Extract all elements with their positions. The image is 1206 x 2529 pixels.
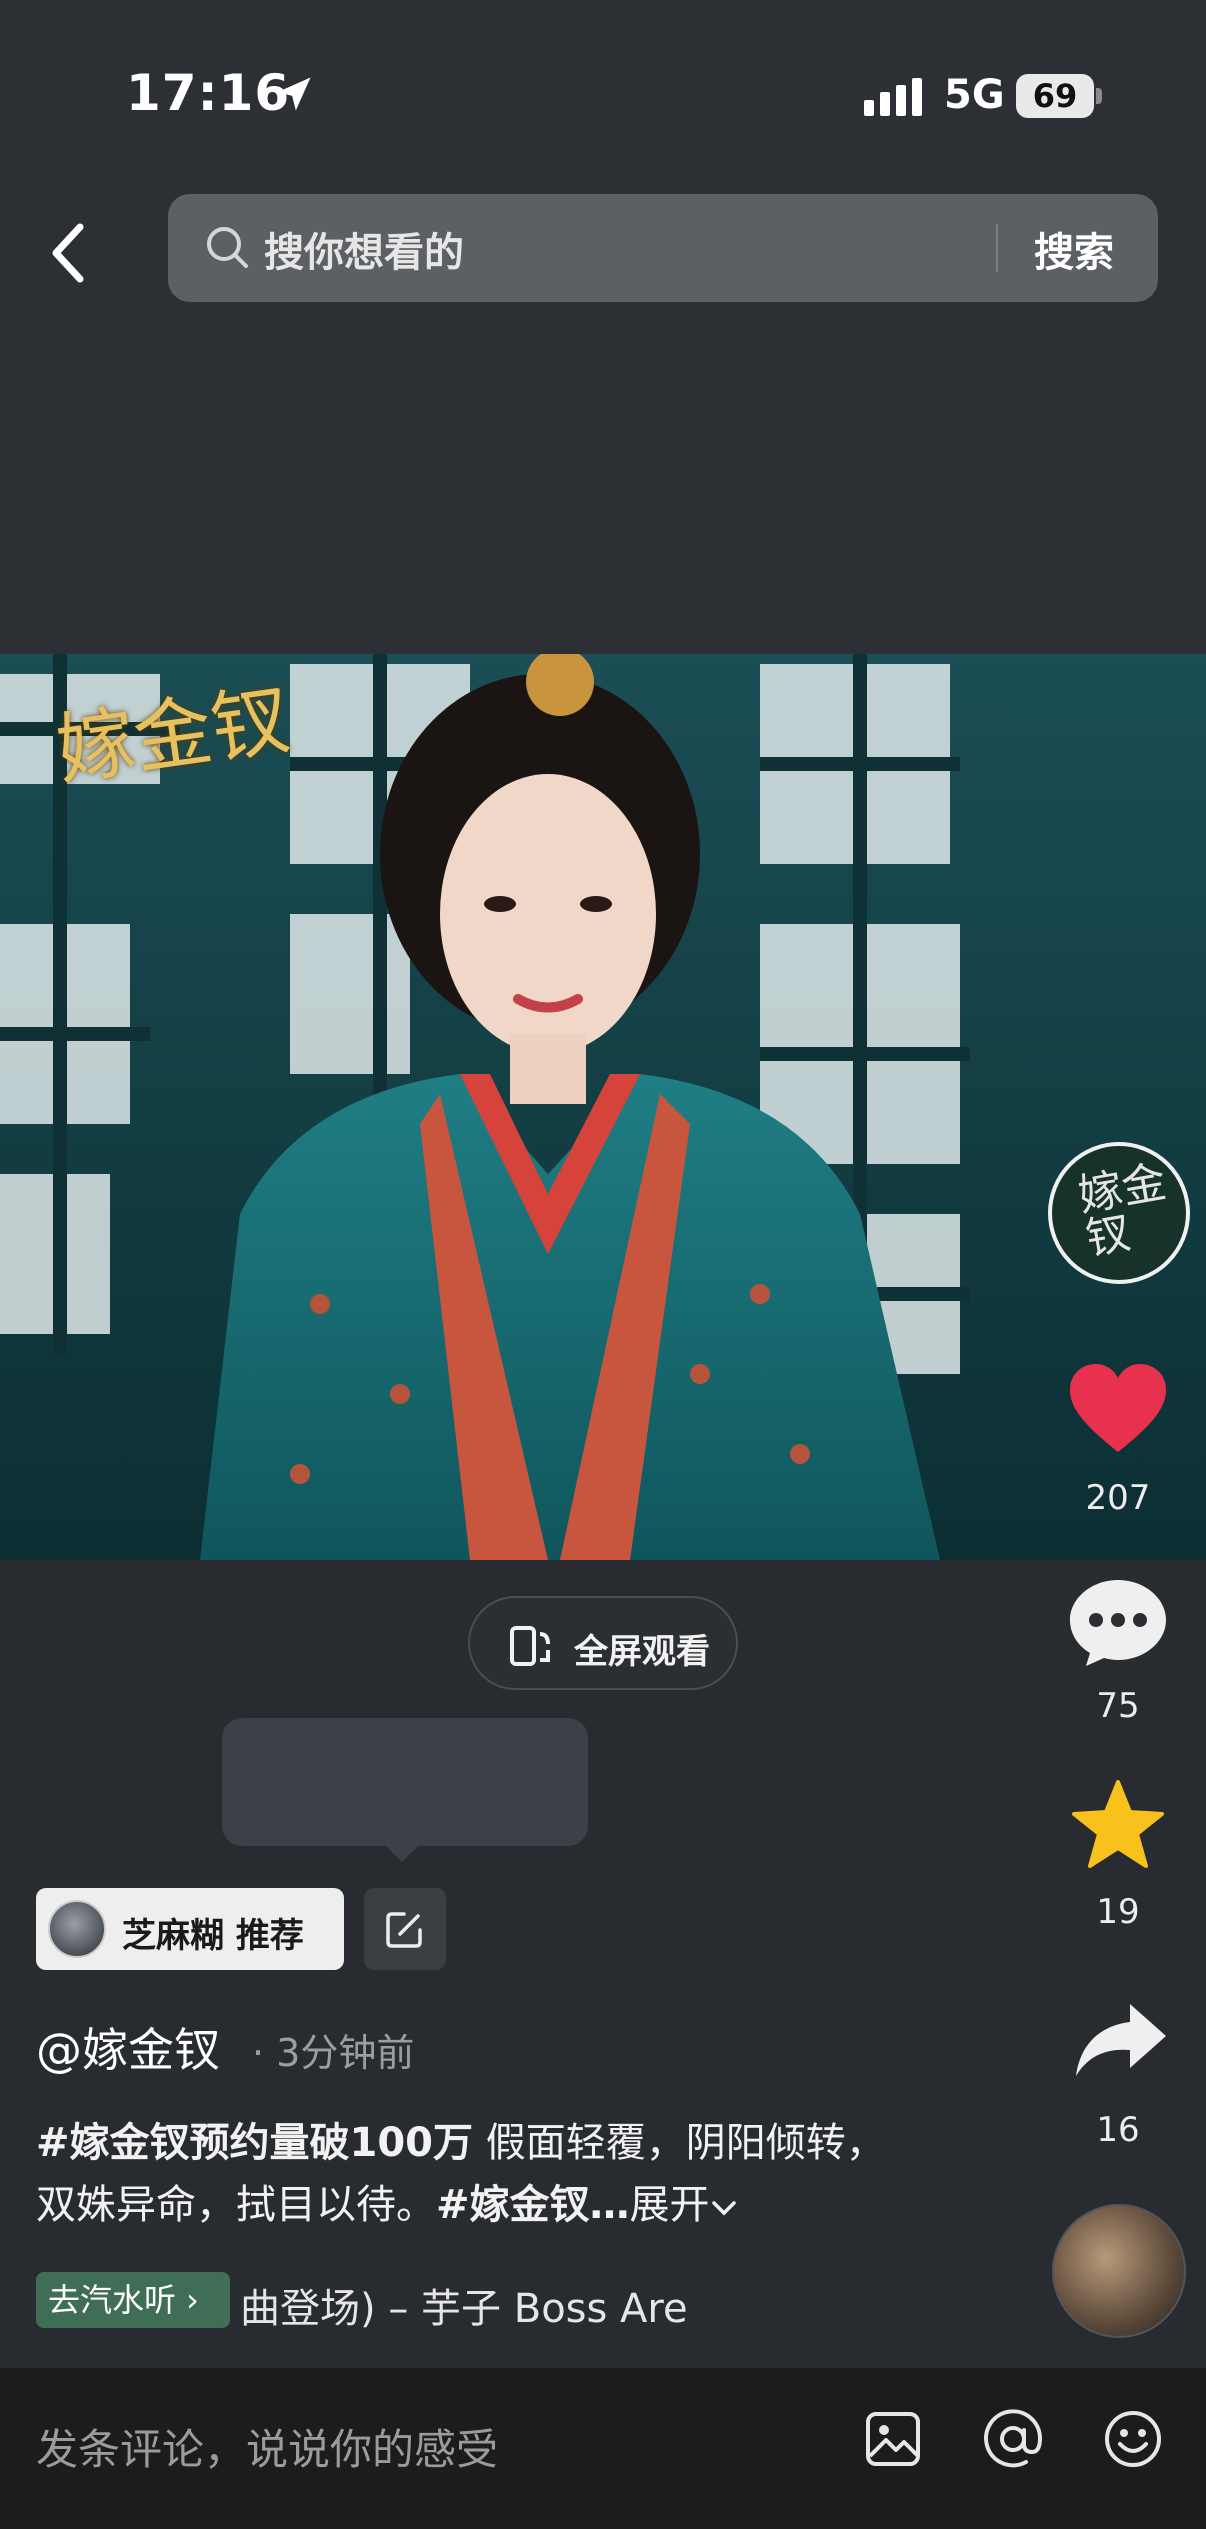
post-caption: #嫁金钗预约量破100万 假面轻覆，阴阳倾转，双姝异命，拭目以待。#嫁金钗…展开 (36, 2112, 916, 2236)
star-icon[interactable] (1072, 1780, 1164, 1868)
search-bar[interactable]: 搜你想看的 搜索 (168, 194, 1158, 302)
fullscreen-icon (510, 1626, 550, 1666)
comment-count: 75 (1096, 1686, 1140, 1726)
creator-avatar[interactable] (1052, 2204, 1186, 2338)
comment-input[interactable]: 发条评论，说说你的感受 (36, 2416, 498, 2477)
caption-hashtag-2[interactable]: #嫁金钗… (436, 2182, 630, 2228)
battery-indicator: 69 (1016, 74, 1094, 118)
search-divider (996, 224, 998, 272)
disc-logo: 嫁金钗 (1074, 1156, 1170, 1266)
heart-icon[interactable] (1068, 1364, 1168, 1456)
post-time: · 3分钟前 (252, 2031, 415, 2075)
emoji-icon[interactable] (1102, 2408, 1164, 2470)
recommender-avatar (48, 1900, 106, 1958)
network-type: 5G (944, 72, 1005, 118)
tooltip-bubble (222, 1718, 588, 1846)
at-icon[interactable] (982, 2408, 1044, 2470)
tooltip-tail (384, 1844, 420, 1862)
fullscreen-button[interactable]: 全屏观看 (468, 1596, 738, 1690)
search-icon (207, 227, 248, 268)
expand-label: 展开 (629, 2182, 710, 2228)
status-time: 17:16 (126, 64, 291, 122)
bottom-comment-bar: 发条评论，说说你的感受 (0, 2368, 1206, 2529)
music-track-text[interactable]: 曲登场) – 芋子 Boss Are (240, 2276, 736, 2334)
comment-icon[interactable] (1068, 1578, 1168, 1668)
edit-icon (386, 1912, 422, 1948)
video-frame-image (0, 654, 1206, 1560)
video-player[interactable]: 嫁金钗 (0, 654, 1206, 1560)
favorite-count: 19 (1096, 1892, 1140, 1932)
battery-tip (1096, 88, 1102, 104)
share-count: 16 (1096, 2110, 1140, 2150)
music-disc[interactable]: 嫁金钗 (1048, 1142, 1190, 1284)
status-bar: 17:16 5G 69 (0, 0, 1206, 190)
search-input[interactable]: 搜你想看的 (264, 220, 464, 278)
share-icon[interactable] (1074, 2002, 1168, 2078)
signal-icon (864, 78, 922, 116)
author-name[interactable]: @嫁金钗 (36, 2014, 220, 2080)
recommend-label: 芝麻糊 推荐 (122, 1916, 304, 1956)
search-button[interactable]: 搜索 (1034, 220, 1114, 278)
image-icon[interactable] (862, 2408, 924, 2470)
open-music-app-chip[interactable]: 去汽水听 › (36, 2272, 230, 2328)
edit-recommend-button[interactable] (364, 1888, 446, 1970)
recommend-chip[interactable]: 芝麻糊 推荐 (36, 1888, 344, 1970)
chevron-down-icon (711, 2201, 736, 2216)
fullscreen-label: 全屏观看 (574, 1632, 710, 1672)
expand-button[interactable]: 展开 (630, 2182, 738, 2228)
like-count: 207 (1085, 1478, 1151, 1518)
caption-hashtag[interactable]: #嫁金钗预约量破100万 (36, 2120, 473, 2166)
location-arrow-icon (277, 77, 311, 111)
back-icon[interactable] (40, 205, 100, 295)
